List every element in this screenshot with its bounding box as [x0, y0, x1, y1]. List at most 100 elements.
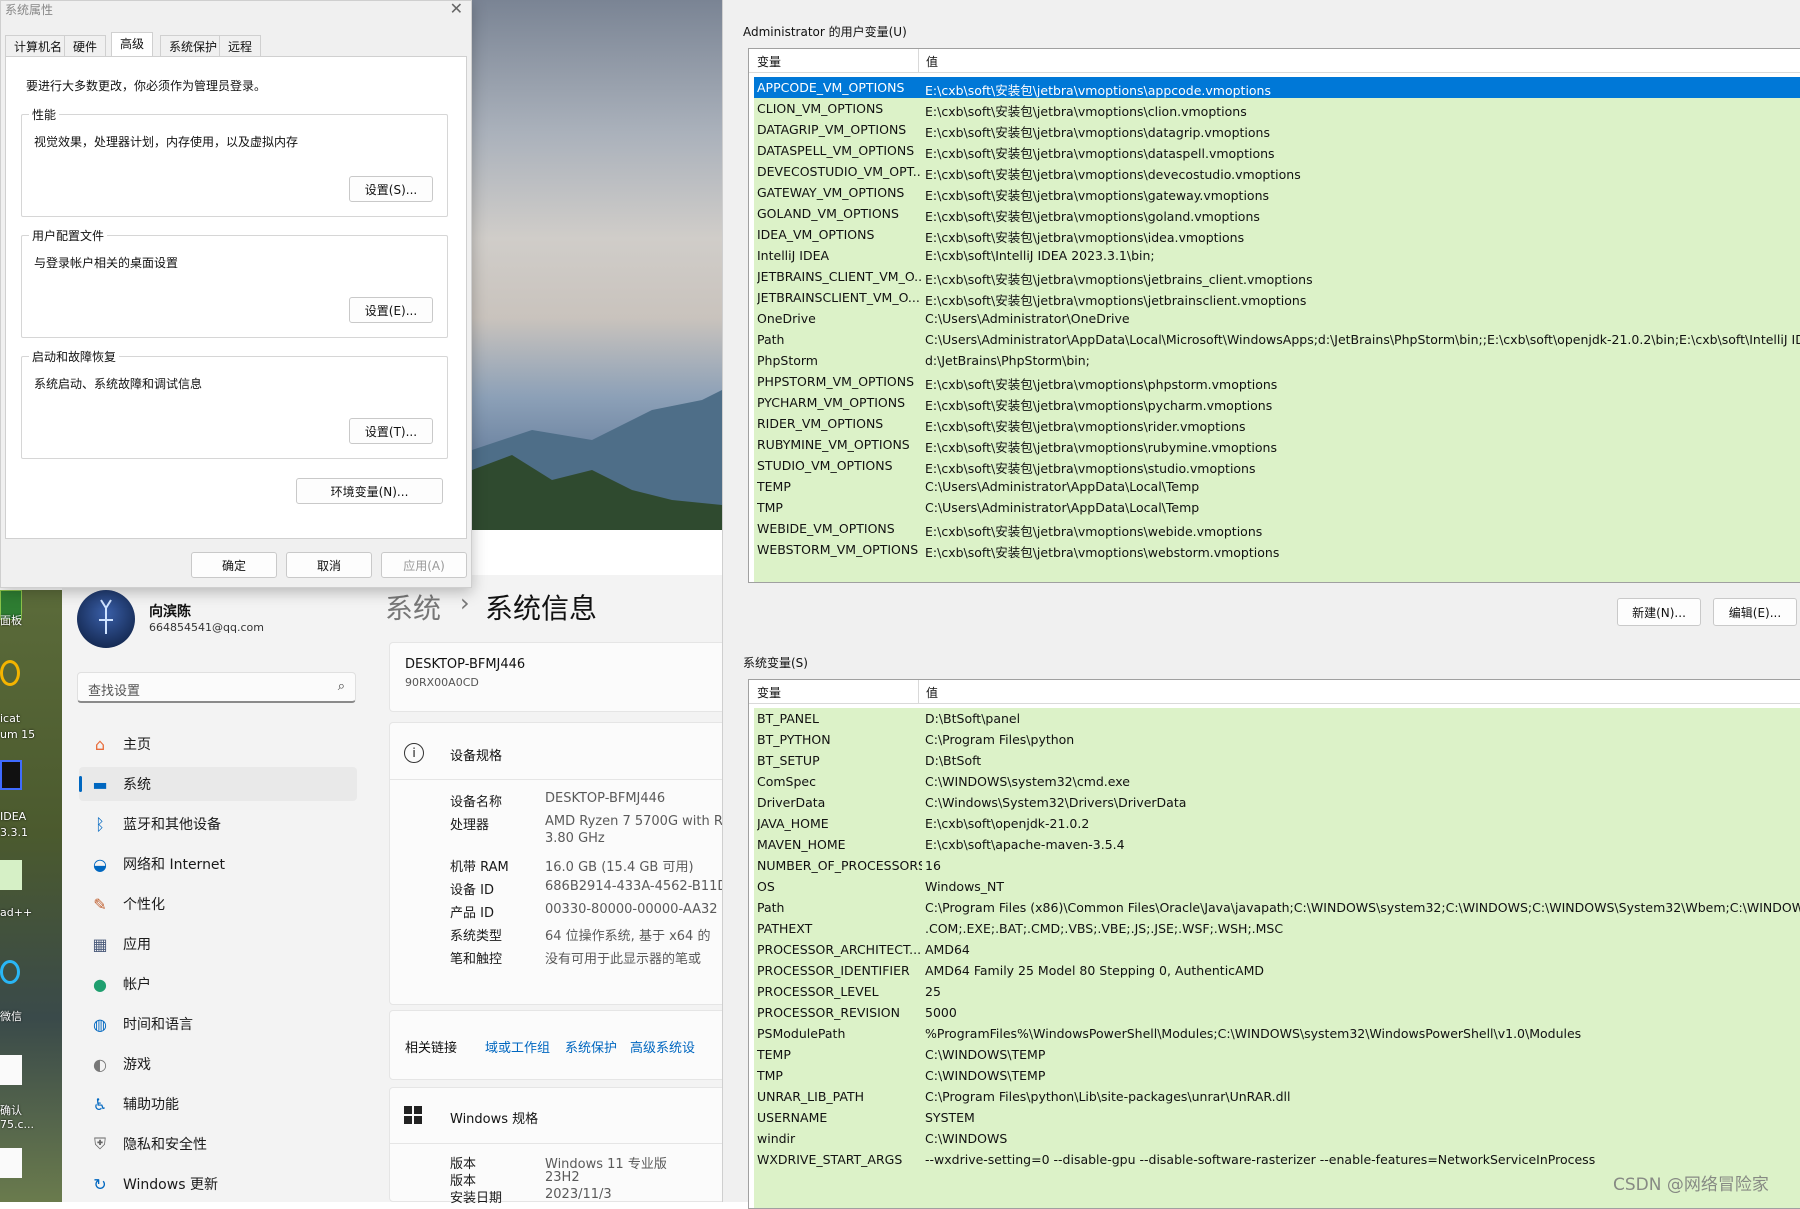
ok-button[interactable]: 确定	[191, 552, 277, 578]
user-profile-settings-button[interactable]: 设置(E)...	[349, 297, 433, 323]
column-header-value[interactable]: 值	[926, 53, 938, 70]
table-row[interactable]: UNRAR_LIB_PATH C:\Program Files\python\Li…	[754, 1086, 1800, 1107]
table-row[interactable]: PROCESSOR_LEVEL 25	[754, 981, 1800, 1002]
table-row[interactable]: BT_PANEL D:\BtSoft\panel	[754, 708, 1800, 729]
tab-remote[interactable]: 远程	[219, 35, 262, 56]
tab-hardware[interactable]: 硬件	[64, 35, 107, 56]
table-row[interactable]: STUDIO_VM_OPTIONS E:\cxb\soft\安装包\jetbra\…	[754, 455, 1800, 476]
table-row[interactable]: RUBYMINE_VM_OPTIONS E:\cxb\soft\安装包\jetbr…	[754, 434, 1800, 455]
variable-name: RUBYMINE_VM_OPTIONS	[757, 437, 910, 452]
mountain-scene	[472, 390, 722, 530]
new-user-variable-button[interactable]: 新建(N)...	[1617, 598, 1701, 626]
notepadpp-icon[interactable]	[0, 860, 22, 890]
table-row[interactable]: TEMP C:\Users\Administrator\AppData\Local…	[754, 476, 1800, 497]
cancel-button[interactable]: 取消	[286, 552, 372, 578]
table-row[interactable]: PATHEXT .COM;.EXE;.BAT;.CMD;.VBS;.VBE;.JS…	[754, 918, 1800, 939]
table-row[interactable]: DriverData C:\Windows\System32\Drivers\Dr…	[754, 792, 1800, 813]
table-row[interactable]: DATAGRIP_VM_OPTIONS E:\cxb\soft\安装包\jetbr…	[754, 119, 1800, 140]
nav-label: 时间和语言	[123, 1017, 193, 1033]
nav-item-privacy[interactable]: ⛨ 隐私和安全性	[79, 1127, 357, 1161]
nav-item-accounts[interactable]: ● 帐户	[79, 967, 357, 1001]
column-header-value[interactable]: 值	[926, 684, 938, 701]
table-row[interactable]: WEBSTORM_VM_OPTIONS E:\cxb\soft\安装包\jetbr…	[754, 539, 1800, 560]
table-row[interactable]: PROCESSOR_IDENTIFIER AMD64 Family 25 Mode…	[754, 960, 1800, 981]
table-row[interactable]: PROCESSOR_REVISION 5000	[754, 1002, 1800, 1023]
table-row[interactable]: RIDER_VM_OPTIONS E:\cxb\soft\安装包\jetbra\v…	[754, 413, 1800, 434]
column-header-variable[interactable]: 变量	[757, 53, 781, 70]
group-description: 视觉效果，处理器计划，内存使用，以及虚拟内存	[34, 135, 299, 149]
table-row[interactable]: ComSpec C:\WINDOWS\system32\cmd.exe	[754, 771, 1800, 792]
table-row[interactable]: PYCHARM_VM_OPTIONS E:\cxb\soft\安装包\jetbra…	[754, 392, 1800, 413]
tab-computer-name[interactable]: 计算机名	[5, 35, 72, 56]
file-icon[interactable]	[0, 1148, 22, 1178]
nav-item-windows-update[interactable]: ↻ Windows 更新	[79, 1167, 357, 1201]
table-row[interactable]: NUMBER_OF_PROCESSORS 16	[754, 855, 1800, 876]
search-icon[interactable]: ⌕	[338, 679, 345, 694]
table-row[interactable]: BT_SETUP D:\BtSoft	[754, 750, 1800, 771]
table-row[interactable]: windir C:\WINDOWS	[754, 1128, 1800, 1149]
table-row[interactable]: OneDrive C:\Users\Administrator\OneDrive	[754, 308, 1800, 329]
table-row[interactable]: PHPSTORM_VM_OPTIONS E:\cxb\soft\安装包\jetbr…	[754, 371, 1800, 392]
spec-key: 机带 RAM	[450, 860, 509, 875]
nav-item-gaming[interactable]: ◐ 游戏	[79, 1047, 357, 1081]
variable-name: MAVEN_HOME	[757, 837, 846, 852]
table-row[interactable]: APPCODE_VM_OPTIONS E:\cxb\soft\安装包\jetbra…	[754, 77, 1800, 98]
table-row[interactable]: IDEA_VM_OPTIONS E:\cxb\soft\安装包\jetbra\vm…	[754, 224, 1800, 245]
group-label: 启动和故障恢复	[29, 348, 120, 365]
variable-name: STUDIO_VM_OPTIONS	[757, 458, 893, 473]
table-row[interactable]: CLION_VM_OPTIONS E:\cxb\soft\安装包\jetbra\v…	[754, 98, 1800, 119]
table-row[interactable]: JETBRAINSCLIENT_VM_O... E:\cxb\soft\安装包\j…	[754, 287, 1800, 308]
link-advanced-settings[interactable]: 高级系统设	[630, 1037, 695, 1056]
table-row[interactable]: TMP C:\Users\Administrator\AppData\Local\…	[754, 497, 1800, 518]
table-row[interactable]: PhpStorm d:\JetBrains\PhpStorm\bin;	[754, 350, 1800, 371]
tab-system-protection[interactable]: 系统保护	[160, 35, 227, 56]
wechat-icon[interactable]	[0, 960, 20, 984]
nav-item-network[interactable]: ◒ 网络和 Internet	[79, 847, 357, 881]
performance-settings-button[interactable]: 设置(S)...	[349, 176, 433, 202]
table-row[interactable]: Path C:\Program Files (x86)\Common Files\…	[754, 897, 1800, 918]
environment-variables-button[interactable]: 环境变量(N)...	[296, 478, 443, 504]
nav-item-bluetooth[interactable]: ᛒ 蓝牙和其他设备	[79, 807, 357, 841]
close-icon[interactable]: ✕	[450, 0, 463, 18]
nav-item-system[interactable]: ▬ 系统	[79, 767, 357, 801]
edit-user-variable-button[interactable]: 编辑(E)...	[1713, 598, 1797, 626]
startup-recovery-settings-button[interactable]: 设置(T)...	[349, 418, 433, 444]
table-row[interactable]: TMP C:\WINDOWS\TEMP	[754, 1065, 1800, 1086]
navicat-icon[interactable]	[0, 660, 20, 686]
table-row[interactable]: WXDRIVE_START_ARGS --wxdrive-setting=0 --…	[754, 1149, 1800, 1170]
link-domain-workgroup[interactable]: 域或工作组	[485, 1037, 550, 1056]
table-row[interactable]: JAVA_HOME E:\cxb\soft\openjdk-21.0.2	[754, 813, 1800, 834]
table-row[interactable]: MAVEN_HOME E:\cxb\soft\apache-maven-3.5.4	[754, 834, 1800, 855]
table-row[interactable]: TEMP C:\WINDOWS\TEMP	[754, 1044, 1800, 1065]
table-row[interactable]: BT_PYTHON C:\Program Files\python	[754, 729, 1800, 750]
table-row[interactable]: DATASPELL_VM_OPTIONS E:\cxb\soft\安装包\jetb…	[754, 140, 1800, 161]
nav-item-time-language[interactable]: ◍ 时间和语言	[79, 1007, 357, 1041]
table-row[interactable]: JETBRAINS_CLIENT_VM_O... E:\cxb\soft\安装包\…	[754, 266, 1800, 287]
user-variables-list[interactable]: 变量 值 APPCODE_VM_OPTIONS E:\cxb\soft\安装包\j…	[748, 48, 1800, 583]
breadcrumb-parent[interactable]: 系统	[385, 587, 441, 627]
table-row[interactable]: USERNAME SYSTEM	[754, 1107, 1800, 1128]
table-row[interactable]: GATEWAY_VM_OPTIONS E:\cxb\soft\安装包\jetbra…	[754, 182, 1800, 203]
apply-button[interactable]: 应用(A)	[381, 552, 467, 578]
nav-item-home[interactable]: ⌂ 主页	[79, 727, 357, 761]
nav-item-personalization[interactable]: ✎ 个性化	[79, 887, 357, 921]
tab-advanced[interactable]: 高级	[111, 32, 154, 57]
nav-item-apps[interactable]: ▦ 应用	[79, 927, 357, 961]
table-row[interactable]: WEBIDE_VM_OPTIONS E:\cxb\soft\安装包\jetbra\…	[754, 518, 1800, 539]
avatar[interactable]	[77, 590, 135, 648]
table-row[interactable]: Path C:\Users\Administrator\AppData\Local…	[754, 329, 1800, 350]
table-row[interactable]: IntelliJ IDEA E:\cxb\soft\IntelliJ IDEA 2…	[754, 245, 1800, 266]
table-row[interactable]: OS Windows_NT	[754, 876, 1800, 897]
column-header-variable[interactable]: 变量	[757, 684, 781, 701]
idea-icon[interactable]	[0, 760, 22, 790]
table-row[interactable]: PSModulePath %ProgramFiles%\WindowsPowerS…	[754, 1023, 1800, 1044]
file-icon[interactable]	[0, 1055, 22, 1085]
search-input[interactable]: 查找设置 ⌕	[77, 672, 356, 703]
link-system-protection[interactable]: 系统保护	[565, 1037, 617, 1056]
table-row[interactable]: PROCESSOR_ARCHITECT... AMD64	[754, 939, 1800, 960]
table-row[interactable]: GOLAND_VM_OPTIONS E:\cxb\soft\安装包\jetbra\…	[754, 203, 1800, 224]
system-variables-list[interactable]: 变量 值 BT_PANEL D:\BtSoft\panel BT_PYTHON C:\…	[748, 679, 1800, 1209]
table-row[interactable]: DEVECOSTUDIO_VM_OPT... E:\cxb\soft\安装包\je…	[754, 161, 1800, 182]
nav-item-accessibility[interactable]: ♿ 辅助功能	[79, 1087, 357, 1121]
variable-value: D:\BtSoft\panel	[925, 711, 1021, 726]
